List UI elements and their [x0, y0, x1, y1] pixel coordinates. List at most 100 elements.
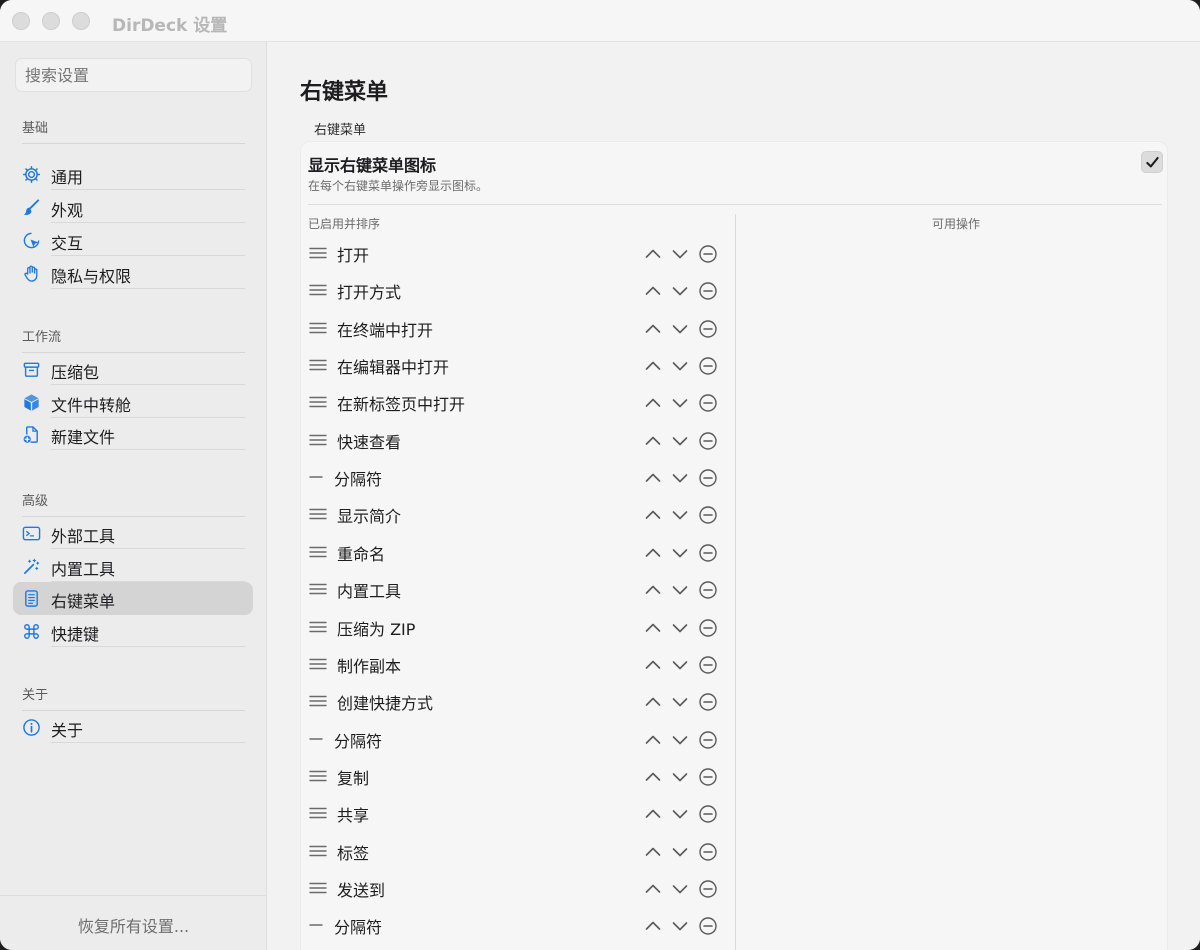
chevron-up-icon[interactable]	[643, 468, 663, 488]
chevron-down-icon[interactable]	[670, 468, 690, 488]
chevron-down-icon[interactable]	[670, 356, 690, 376]
sidebar-item-divider	[51, 288, 245, 289]
sidebar-item[interactable]: 内置工具	[13, 550, 253, 583]
drag-handle-icon[interactable]	[309, 282, 327, 298]
sidebar: 恢复所有设置... 基础通用外观交互隐私与权限工作流压缩包文件中转舱新建文件高级…	[0, 42, 267, 950]
chevron-up-icon[interactable]	[643, 505, 663, 525]
separator-handle-icon[interactable]	[309, 731, 323, 747]
drag-handle-icon[interactable]	[309, 394, 327, 410]
chevron-down-icon[interactable]	[670, 393, 690, 413]
remove-circle-icon[interactable]	[698, 618, 718, 638]
minimize-window-button[interactable]	[42, 12, 60, 30]
remove-circle-icon[interactable]	[698, 281, 718, 301]
remove-circle-icon[interactable]	[698, 393, 718, 413]
chevron-down-icon[interactable]	[670, 767, 690, 787]
remove-circle-icon[interactable]	[698, 356, 718, 376]
chevron-down-icon[interactable]	[670, 505, 690, 525]
drag-handle-icon[interactable]	[309, 357, 327, 373]
chevron-down-icon[interactable]	[670, 580, 690, 600]
remove-circle-icon[interactable]	[698, 879, 718, 899]
chevron-down-icon[interactable]	[670, 730, 690, 750]
drag-handle-icon[interactable]	[309, 805, 327, 821]
chevron-up-icon[interactable]	[643, 692, 663, 712]
reset-all-settings-button[interactable]: 恢复所有设置...	[0, 913, 267, 937]
drag-handle-icon[interactable]	[309, 506, 327, 522]
drag-handle-icon[interactable]	[309, 693, 327, 709]
chevron-down-icon[interactable]	[670, 281, 690, 301]
chevron-up-icon[interactable]	[643, 804, 663, 824]
remove-circle-icon[interactable]	[698, 767, 718, 787]
sidebar-item[interactable]: 右键菜单	[13, 582, 253, 615]
drag-handle-icon[interactable]	[309, 843, 327, 859]
chevron-down-icon[interactable]	[670, 543, 690, 563]
chevron-up-icon[interactable]	[643, 767, 663, 787]
drag-handle-icon[interactable]	[309, 768, 327, 784]
remove-circle-icon[interactable]	[698, 842, 718, 862]
sidebar-item[interactable]: 外观	[13, 191, 253, 224]
chevron-down-icon[interactable]	[670, 431, 690, 451]
chevron-up-icon[interactable]	[643, 730, 663, 750]
drag-handle-icon[interactable]	[309, 432, 327, 448]
chevron-down-icon[interactable]	[670, 618, 690, 638]
zoom-window-button[interactable]	[72, 12, 90, 30]
chevron-up-icon[interactable]	[643, 842, 663, 862]
chevron-down-icon[interactable]	[670, 655, 690, 675]
enabled-action-row: 打开	[301, 235, 731, 272]
chevron-down-icon[interactable]	[670, 692, 690, 712]
sidebar-item[interactable]: 外部工具	[13, 517, 253, 550]
chevron-up-icon[interactable]	[643, 543, 663, 563]
close-window-button[interactable]	[12, 12, 30, 30]
remove-circle-icon[interactable]	[698, 804, 718, 824]
drag-handle-icon[interactable]	[309, 619, 327, 635]
action-label: 在编辑器中打开	[337, 358, 450, 378]
sidebar-item[interactable]: 隐私与权限	[13, 257, 253, 290]
chevron-up-icon[interactable]	[643, 431, 663, 451]
chevron-up-icon[interactable]	[643, 580, 663, 600]
chevron-up-icon[interactable]	[643, 281, 663, 301]
drag-handle-icon[interactable]	[309, 880, 327, 896]
remove-circle-icon[interactable]	[698, 431, 718, 451]
chevron-up-icon[interactable]	[643, 618, 663, 638]
chevron-down-icon[interactable]	[670, 916, 690, 936]
drag-handle-icon[interactable]	[309, 581, 327, 597]
remove-circle-icon[interactable]	[698, 244, 718, 264]
sidebar-item[interactable]: 快捷键	[13, 615, 253, 648]
sidebar-item[interactable]: 新建文件	[13, 418, 253, 451]
chevron-up-icon[interactable]	[643, 916, 663, 936]
remove-circle-icon[interactable]	[698, 505, 718, 525]
chevron-down-icon[interactable]	[670, 842, 690, 862]
chevron-up-icon[interactable]	[643, 244, 663, 264]
chevron-up-icon[interactable]	[643, 879, 663, 899]
sidebar-item[interactable]: 通用	[13, 158, 253, 191]
remove-circle-icon[interactable]	[698, 916, 718, 936]
remove-circle-icon[interactable]	[698, 580, 718, 600]
chevron-down-icon[interactable]	[670, 879, 690, 899]
show-icons-checkbox[interactable]	[1141, 151, 1163, 173]
drag-handle-icon[interactable]	[309, 544, 327, 560]
chevron-up-icon[interactable]	[643, 393, 663, 413]
sidebar-item[interactable]: 关于	[13, 711, 253, 744]
remove-circle-icon[interactable]	[698, 655, 718, 675]
sidebar-item[interactable]: 交互	[13, 224, 253, 257]
sidebar-item[interactable]: 压缩包	[13, 353, 253, 386]
chevron-up-icon[interactable]	[643, 356, 663, 376]
remove-circle-icon[interactable]	[698, 543, 718, 563]
remove-circle-icon[interactable]	[698, 468, 718, 488]
action-label: 制作副本	[337, 656, 402, 676]
chevron-up-icon[interactable]	[643, 319, 663, 339]
separator-handle-icon[interactable]	[309, 917, 323, 933]
remove-circle-icon[interactable]	[698, 730, 718, 750]
remove-circle-icon[interactable]	[698, 692, 718, 712]
enabled-action-row: 内置工具	[301, 571, 731, 608]
separator-handle-icon[interactable]	[309, 469, 323, 485]
chevron-down-icon[interactable]	[670, 804, 690, 824]
drag-handle-icon[interactable]	[309, 320, 327, 336]
chevron-down-icon[interactable]	[670, 319, 690, 339]
drag-handle-icon[interactable]	[309, 656, 327, 672]
chevron-up-icon[interactable]	[643, 655, 663, 675]
remove-circle-icon[interactable]	[698, 319, 718, 339]
sidebar-item[interactable]: 文件中转舱	[13, 386, 253, 419]
drag-handle-icon[interactable]	[309, 245, 327, 261]
chevron-down-icon[interactable]	[670, 244, 690, 264]
search-input[interactable]	[15, 58, 252, 92]
